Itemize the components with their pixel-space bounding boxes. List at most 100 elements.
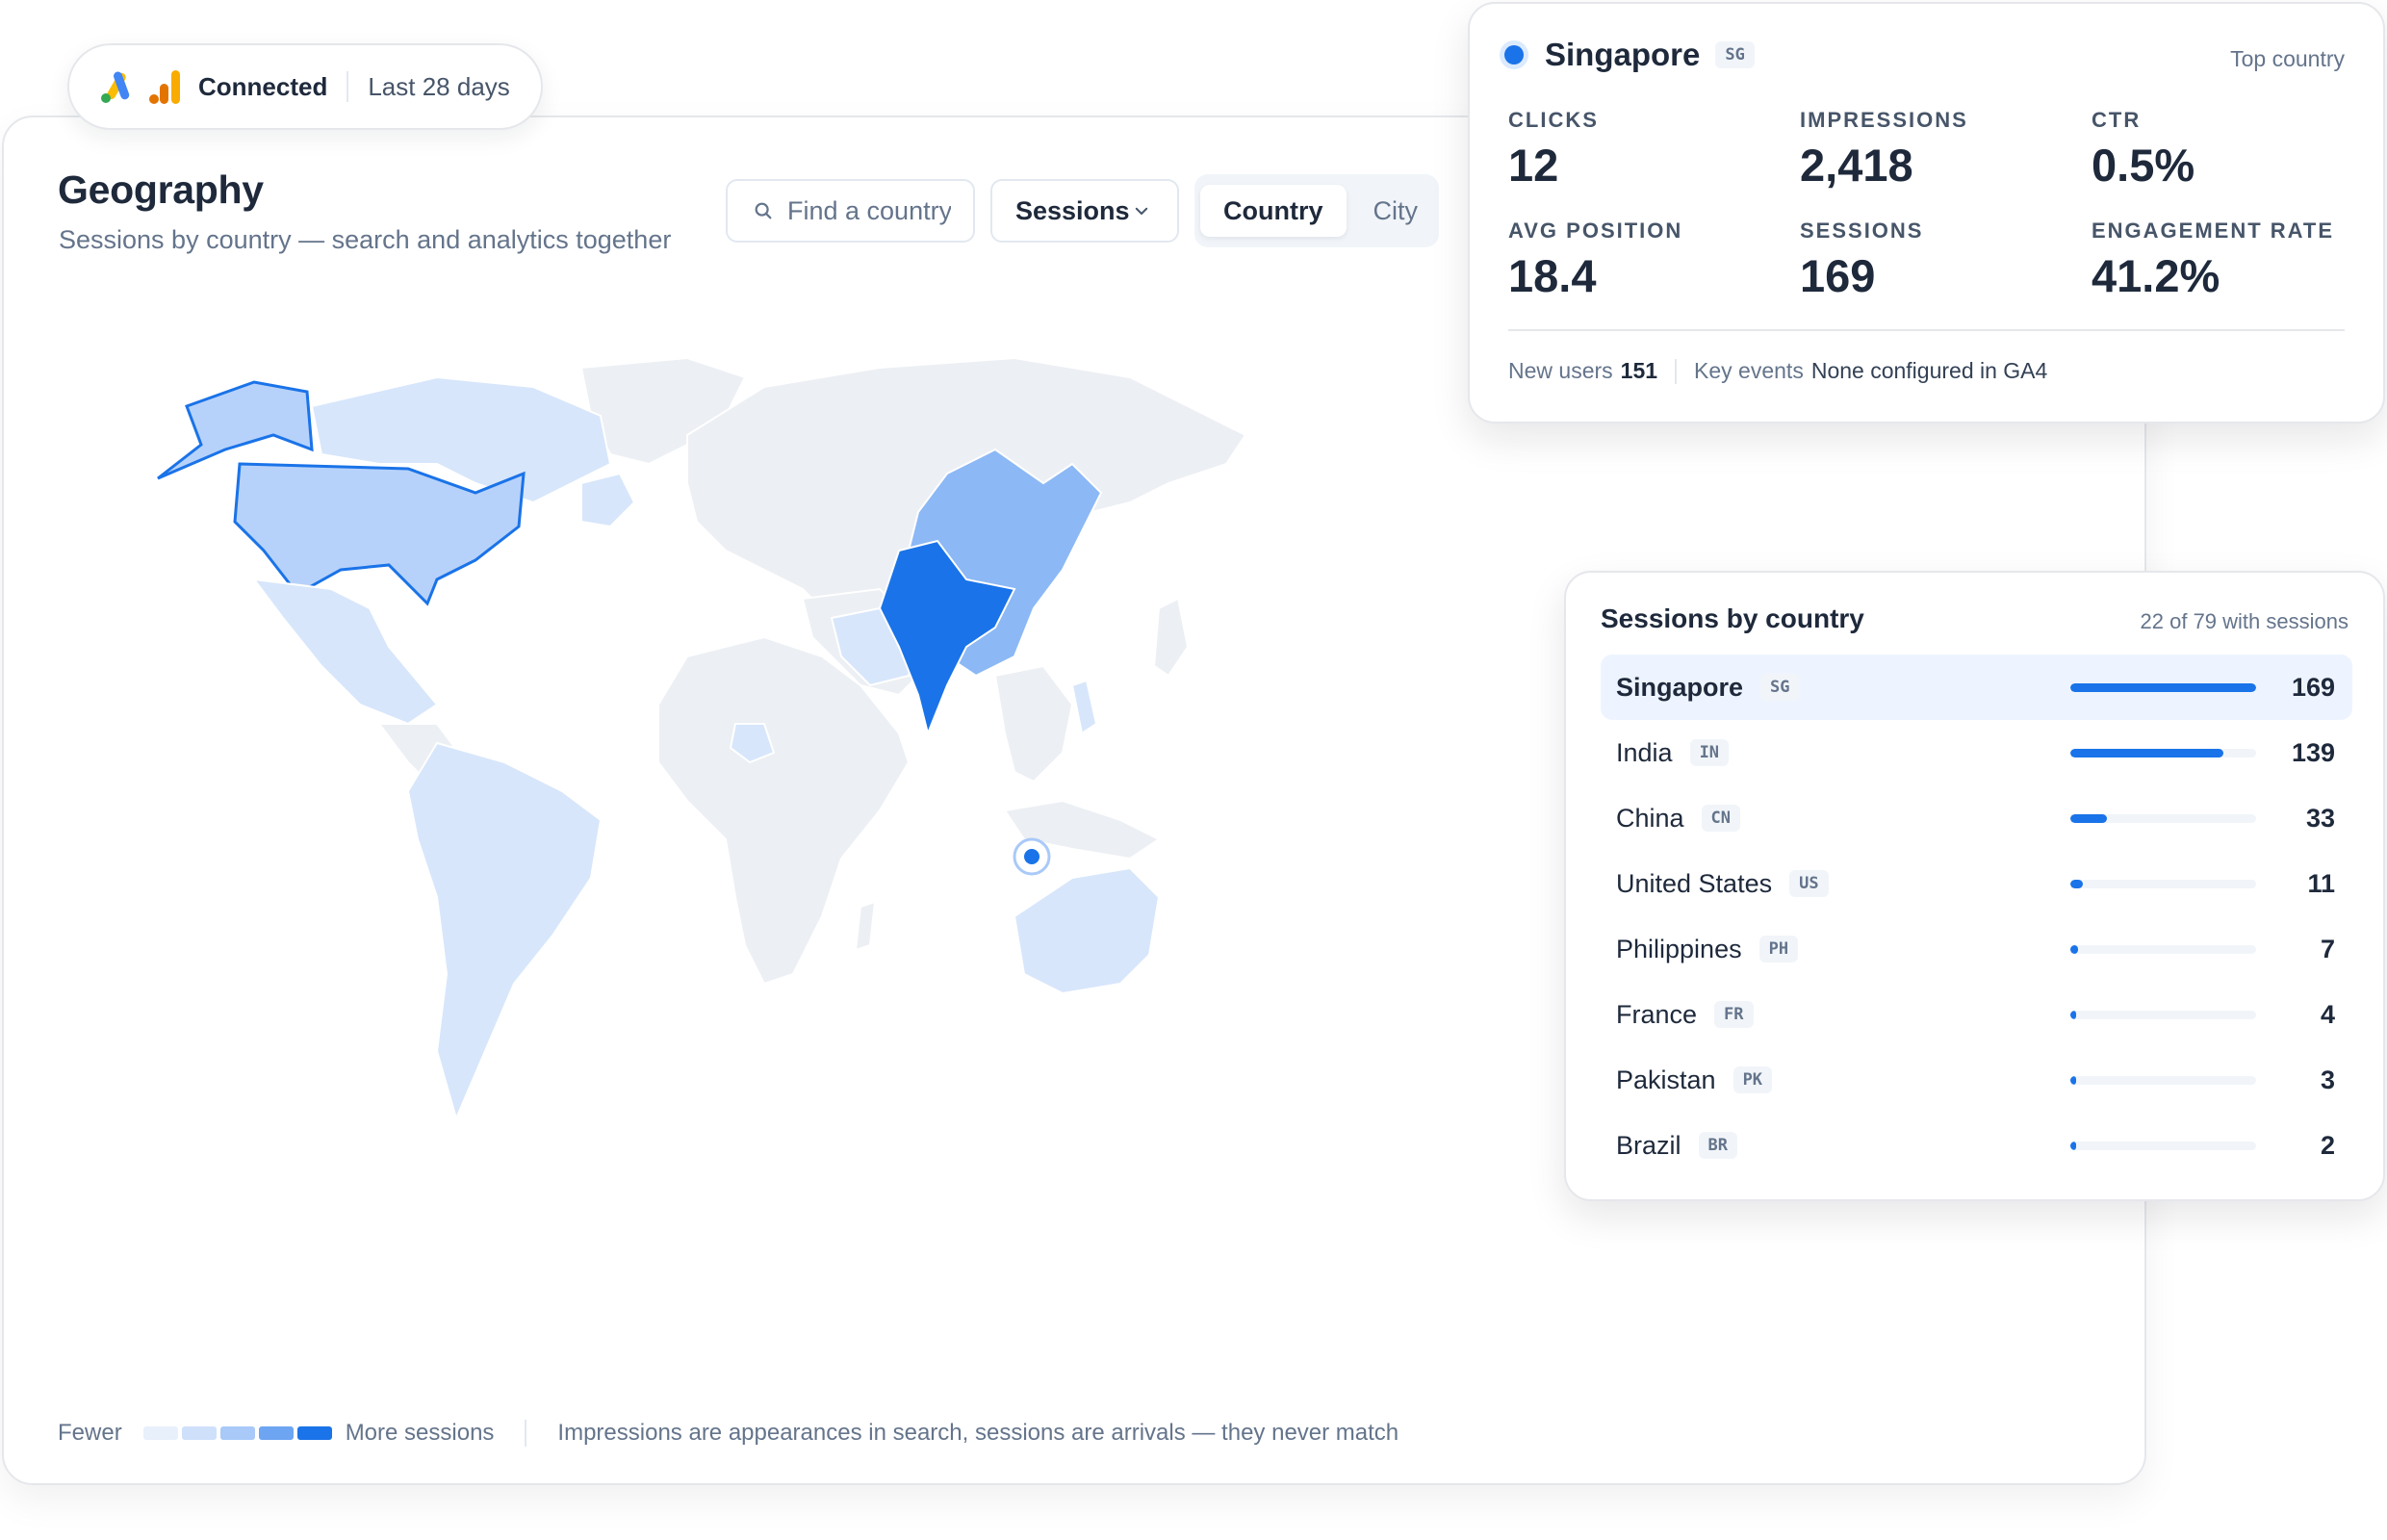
legend-more: More sessions (345, 1420, 495, 1446)
page-title: Geography (58, 167, 264, 212)
page-subtitle: Sessions by country — search and analyti… (59, 225, 672, 254)
key-events-value: None configured in GA4 (1810, 358, 2048, 383)
legend-swatches (142, 1426, 332, 1440)
australia-shape (1013, 866, 1161, 995)
legend-swatch (219, 1426, 255, 1440)
metric-value: 41.2% (2092, 250, 2220, 301)
legend-swatch (142, 1426, 178, 1440)
sessions-bar-fill (2070, 880, 2083, 888)
country-name: France (1616, 999, 1698, 1029)
metric-sessions: SESSIONS 169 (1800, 218, 2092, 302)
country-name: Philippines (1616, 934, 1742, 963)
metric-label: SESSIONS (1800, 218, 1924, 243)
view-toggle: Country City (1194, 174, 1439, 247)
sessions-bar-fill (2070, 749, 2223, 757)
country-row[interactable]: France FR 4 (1601, 982, 2352, 1047)
country-code-badge: SG (1715, 41, 1755, 68)
sessions-bar-track (2070, 1011, 2256, 1019)
country-row[interactable]: China CN 33 (1601, 785, 2352, 851)
singapore-marker[interactable] (1024, 849, 1040, 864)
country-row[interactable]: United States US 11 (1601, 851, 2352, 916)
sessions-count: 139 (2291, 737, 2335, 767)
sessions-bar-fill (2070, 1076, 2076, 1085)
country-row[interactable]: Pakistan PK 3 (1601, 1047, 2352, 1113)
metric-label: CTR (2092, 108, 2142, 132)
sessions-bar-track (2070, 1076, 2256, 1085)
google-ads-logo-icon (101, 71, 130, 103)
country-code-badge: CN (1701, 805, 1741, 832)
top-country-footer: New users 151 Key events None configured… (1508, 358, 2047, 384)
south-america-shape (406, 741, 603, 1121)
legend-swatch (296, 1426, 332, 1440)
country-code-badge: IN (1689, 739, 1730, 766)
japan-shape (1152, 597, 1190, 678)
metric-value: 0.5% (2092, 140, 2195, 191)
metric-value: 12 (1508, 140, 1559, 191)
map-legend: Fewer More sessions Impressions are appe… (58, 1420, 1399, 1447)
metric-label: CLICKS (1508, 108, 1599, 132)
legend-note: Impressions are appearances in search, s… (557, 1420, 1399, 1446)
metric-engagement-rate: ENGAGEMENT RATE 41.2% (2092, 218, 2361, 302)
metric-clicks: CLICKS 12 (1508, 108, 1800, 192)
metrics-grid: CLICKS 12 IMPRESSIONS 2,418 CTR 0.5% AVG… (1508, 108, 2355, 302)
map-toolbar: Sessions Country City (726, 174, 1439, 247)
country-name: United States (1616, 868, 1773, 898)
sessions-by-country-card: Sessions by country 22 of 79 with sessio… (1564, 571, 2385, 1201)
metric-value: 2,418 (1800, 140, 1913, 191)
tab-country[interactable]: Country (1200, 185, 1347, 237)
search-input[interactable] (787, 195, 951, 226)
sessions-count: 3 (2320, 1065, 2335, 1094)
country-row[interactable]: Singapore SG 169 (1601, 654, 2352, 720)
map-choropleth (157, 375, 1161, 1121)
sessions-count: 7 (2320, 934, 2335, 963)
sessions-bar-fill (2070, 1011, 2076, 1019)
country-row[interactable]: India IN 139 (1601, 720, 2352, 785)
country-code-badge: BR (1698, 1132, 1737, 1159)
southeast-asia-shape (993, 664, 1074, 783)
sessions-bar-track (2070, 749, 2256, 757)
country-dot-icon (1504, 45, 1524, 64)
sessions-bar-track (2070, 945, 2256, 954)
sessions-bar-fill (2070, 1142, 2076, 1150)
metric-label: AVG POSITION (1508, 218, 1683, 243)
metric-select-value: Sessions (1015, 195, 1130, 225)
metric-value: 169 (1800, 250, 1876, 301)
country-search[interactable] (726, 179, 975, 243)
philippines-shape (1070, 679, 1098, 735)
connection-status: Connected Last 28 days (67, 43, 543, 130)
sessions-bar-fill (2070, 683, 2256, 692)
mexico-shape (251, 578, 439, 726)
france-shape (580, 472, 636, 528)
google-analytics-logo-icon (149, 70, 180, 104)
sessions-bar-fill (2070, 814, 2107, 823)
pill-divider (346, 71, 349, 102)
country-name: India (1616, 737, 1673, 767)
connection-label: Connected (198, 71, 328, 101)
new-users-label: New users (1508, 358, 1613, 383)
tab-city[interactable]: City (1350, 185, 1442, 237)
country-row[interactable]: Brazil BR 2 (1601, 1113, 2352, 1178)
sessions-bar-track (2070, 1142, 2256, 1150)
legend-swatch (181, 1426, 217, 1440)
country-name: China (1616, 803, 1684, 833)
metric-select[interactable]: Sessions (990, 179, 1179, 243)
sessions-bar-track (2070, 880, 2256, 888)
sessions-count: 33 (2305, 803, 2335, 833)
sessions-count: 4 (2320, 999, 2335, 1029)
legend-fewer: Fewer (58, 1420, 122, 1446)
top-country-name: Singapore (1545, 37, 1701, 72)
list-count: 22 of 79 with sessions (2140, 609, 2348, 633)
country-row[interactable]: Philippines PH 7 (1601, 916, 2352, 982)
sessions-count: 11 (2307, 868, 2335, 898)
country-list: Singapore SG 169 India IN 139 China CN 33 United … (1601, 654, 2352, 1178)
metric-impressions: IMPRESSIONS 2,418 (1800, 108, 2092, 192)
footer-divider (1675, 358, 1678, 384)
card-divider (1508, 329, 2345, 331)
legend-divider (525, 1420, 527, 1447)
metric-label: IMPRESSIONS (1800, 108, 1968, 132)
country-name: Singapore (1616, 672, 1744, 702)
key-events-label: Key events (1694, 358, 1804, 383)
metric-ctr: CTR 0.5% (2092, 108, 2361, 192)
metric-label: ENGAGEMENT RATE (2092, 218, 2335, 243)
date-range[interactable]: Last 28 days (368, 72, 509, 102)
